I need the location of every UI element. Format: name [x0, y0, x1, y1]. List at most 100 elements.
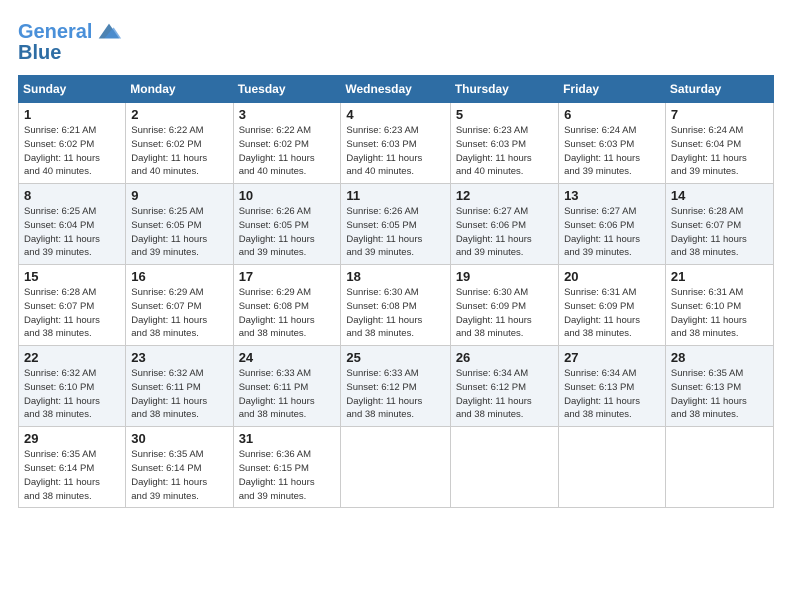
logo-text: General [18, 21, 92, 43]
calendar-day-cell: 10 Sunrise: 6:26 AM Sunset: 6:05 PM Dayli… [233, 184, 341, 265]
day-number: 30 [131, 431, 227, 446]
calendar-day-cell: 8 Sunrise: 6:25 AM Sunset: 6:04 PM Daylig… [19, 184, 126, 265]
day-number: 31 [239, 431, 336, 446]
day-info: Sunrise: 6:24 AM Sunset: 6:03 PM Dayligh… [564, 124, 660, 179]
calendar-week-row: 22 Sunrise: 6:32 AM Sunset: 6:10 PM Dayli… [19, 346, 774, 427]
calendar-day-cell: 22 Sunrise: 6:32 AM Sunset: 6:10 PM Dayli… [19, 346, 126, 427]
day-info: Sunrise: 6:33 AM Sunset: 6:11 PM Dayligh… [239, 367, 336, 422]
calendar-week-row: 29 Sunrise: 6:35 AM Sunset: 6:14 PM Dayli… [19, 427, 774, 508]
day-number: 9 [131, 188, 227, 203]
calendar-day-cell: 18 Sunrise: 6:30 AM Sunset: 6:08 PM Dayli… [341, 265, 450, 346]
header-day-monday: Monday [126, 76, 233, 103]
day-info: Sunrise: 6:35 AM Sunset: 6:14 PM Dayligh… [24, 448, 120, 503]
day-number: 13 [564, 188, 660, 203]
day-number: 15 [24, 269, 120, 284]
calendar-day-cell: 31 Sunrise: 6:36 AM Sunset: 6:15 PM Dayli… [233, 427, 341, 508]
day-number: 5 [456, 107, 553, 122]
day-number: 26 [456, 350, 553, 365]
day-info: Sunrise: 6:30 AM Sunset: 6:09 PM Dayligh… [456, 286, 553, 341]
calendar-table: SundayMondayTuesdayWednesdayThursdayFrid… [18, 75, 774, 508]
logo: General Blue [18, 18, 123, 65]
calendar-day-cell: 28 Sunrise: 6:35 AM Sunset: 6:13 PM Dayli… [665, 346, 773, 427]
calendar-day-cell: 24 Sunrise: 6:33 AM Sunset: 6:11 PM Dayli… [233, 346, 341, 427]
day-info: Sunrise: 6:32 AM Sunset: 6:11 PM Dayligh… [131, 367, 227, 422]
empty-cell [665, 427, 773, 508]
day-number: 4 [346, 107, 444, 122]
header: General Blue [18, 18, 774, 65]
calendar-day-cell: 2 Sunrise: 6:22 AM Sunset: 6:02 PM Daylig… [126, 103, 233, 184]
empty-cell [341, 427, 450, 508]
day-info: Sunrise: 6:29 AM Sunset: 6:07 PM Dayligh… [131, 286, 227, 341]
day-number: 7 [671, 107, 768, 122]
day-info: Sunrise: 6:28 AM Sunset: 6:07 PM Dayligh… [671, 205, 768, 260]
calendar-day-cell: 3Sunrise: 6:22 AM Sunset: 6:02 PM Daylig… [233, 103, 341, 184]
page: General Blue SundayMondayTuesdayWednesda… [0, 0, 792, 612]
header-day-thursday: Thursday [450, 76, 558, 103]
day-info: Sunrise: 6:26 AM Sunset: 6:05 PM Dayligh… [346, 205, 444, 260]
day-number: 19 [456, 269, 553, 284]
day-number: 25 [346, 350, 444, 365]
calendar-day-cell: 25 Sunrise: 6:33 AM Sunset: 6:12 PM Dayli… [341, 346, 450, 427]
day-info: Sunrise: 6:27 AM Sunset: 6:06 PM Dayligh… [456, 205, 553, 260]
calendar-day-cell: 17 Sunrise: 6:29 AM Sunset: 6:08 PM Dayli… [233, 265, 341, 346]
day-number: 18 [346, 269, 444, 284]
day-number: 29 [24, 431, 120, 446]
calendar-day-cell: 20 Sunrise: 6:31 AM Sunset: 6:09 PM Dayli… [559, 265, 666, 346]
calendar-day-cell: 26Sunrise: 6:34 AM Sunset: 6:12 PM Dayli… [450, 346, 558, 427]
calendar-day-cell: 1Sunrise: 6:21 AM Sunset: 6:02 PM Daylig… [19, 103, 126, 184]
calendar-day-cell: 11 Sunrise: 6:26 AM Sunset: 6:05 PM Dayli… [341, 184, 450, 265]
day-info: Sunrise: 6:32 AM Sunset: 6:10 PM Dayligh… [24, 367, 120, 422]
empty-cell [450, 427, 558, 508]
calendar-week-row: 1Sunrise: 6:21 AM Sunset: 6:02 PM Daylig… [19, 103, 774, 184]
logo-icon [95, 18, 123, 46]
calendar-day-cell: 27 Sunrise: 6:34 AM Sunset: 6:13 PM Dayli… [559, 346, 666, 427]
day-info: Sunrise: 6:22 AM Sunset: 6:02 PM Dayligh… [131, 124, 227, 179]
day-number: 24 [239, 350, 336, 365]
day-info: Sunrise: 6:25 AM Sunset: 6:05 PM Dayligh… [131, 205, 227, 260]
day-info: Sunrise: 6:31 AM Sunset: 6:09 PM Dayligh… [564, 286, 660, 341]
empty-cell [559, 427, 666, 508]
day-number: 23 [131, 350, 227, 365]
calendar-day-cell: 6 Sunrise: 6:24 AM Sunset: 6:03 PM Daylig… [559, 103, 666, 184]
day-info: Sunrise: 6:34 AM Sunset: 6:13 PM Dayligh… [564, 367, 660, 422]
day-number: 14 [671, 188, 768, 203]
calendar-week-row: 15Sunrise: 6:28 AM Sunset: 6:07 PM Dayli… [19, 265, 774, 346]
day-number: 6 [564, 107, 660, 122]
day-info: Sunrise: 6:33 AM Sunset: 6:12 PM Dayligh… [346, 367, 444, 422]
day-info: Sunrise: 6:31 AM Sunset: 6:10 PM Dayligh… [671, 286, 768, 341]
calendar-day-cell: 5Sunrise: 6:23 AM Sunset: 6:03 PM Daylig… [450, 103, 558, 184]
day-number: 12 [456, 188, 553, 203]
calendar-week-row: 8 Sunrise: 6:25 AM Sunset: 6:04 PM Daylig… [19, 184, 774, 265]
day-number: 27 [564, 350, 660, 365]
day-info: Sunrise: 6:35 AM Sunset: 6:14 PM Dayligh… [131, 448, 227, 503]
day-number: 11 [346, 188, 444, 203]
calendar-day-cell: 13 Sunrise: 6:27 AM Sunset: 6:06 PM Dayli… [559, 184, 666, 265]
calendar-day-cell: 14 Sunrise: 6:28 AM Sunset: 6:07 PM Dayli… [665, 184, 773, 265]
day-info: Sunrise: 6:29 AM Sunset: 6:08 PM Dayligh… [239, 286, 336, 341]
calendar-day-cell: 30 Sunrise: 6:35 AM Sunset: 6:14 PM Dayli… [126, 427, 233, 508]
day-info: Sunrise: 6:25 AM Sunset: 6:04 PM Dayligh… [24, 205, 120, 260]
header-day-friday: Friday [559, 76, 666, 103]
day-info: Sunrise: 6:26 AM Sunset: 6:05 PM Dayligh… [239, 205, 336, 260]
day-info: Sunrise: 6:27 AM Sunset: 6:06 PM Dayligh… [564, 205, 660, 260]
day-info: Sunrise: 6:21 AM Sunset: 6:02 PM Dayligh… [24, 124, 120, 179]
calendar-day-cell: 19 Sunrise: 6:30 AM Sunset: 6:09 PM Dayli… [450, 265, 558, 346]
day-info: Sunrise: 6:30 AM Sunset: 6:08 PM Dayligh… [346, 286, 444, 341]
day-number: 3 [239, 107, 336, 122]
day-number: 21 [671, 269, 768, 284]
day-number: 2 [131, 107, 227, 122]
day-number: 22 [24, 350, 120, 365]
day-number: 16 [131, 269, 227, 284]
day-number: 8 [24, 188, 120, 203]
day-info: Sunrise: 6:36 AM Sunset: 6:15 PM Dayligh… [239, 448, 336, 503]
header-day-saturday: Saturday [665, 76, 773, 103]
day-info: Sunrise: 6:35 AM Sunset: 6:13 PM Dayligh… [671, 367, 768, 422]
day-info: Sunrise: 6:24 AM Sunset: 6:04 PM Dayligh… [671, 124, 768, 179]
header-day-wednesday: Wednesday [341, 76, 450, 103]
day-number: 28 [671, 350, 768, 365]
calendar-day-cell: 7 Sunrise: 6:24 AM Sunset: 6:04 PM Daylig… [665, 103, 773, 184]
day-number: 17 [239, 269, 336, 284]
calendar-day-cell: 12 Sunrise: 6:27 AM Sunset: 6:06 PM Dayli… [450, 184, 558, 265]
day-number: 10 [239, 188, 336, 203]
day-number: 20 [564, 269, 660, 284]
